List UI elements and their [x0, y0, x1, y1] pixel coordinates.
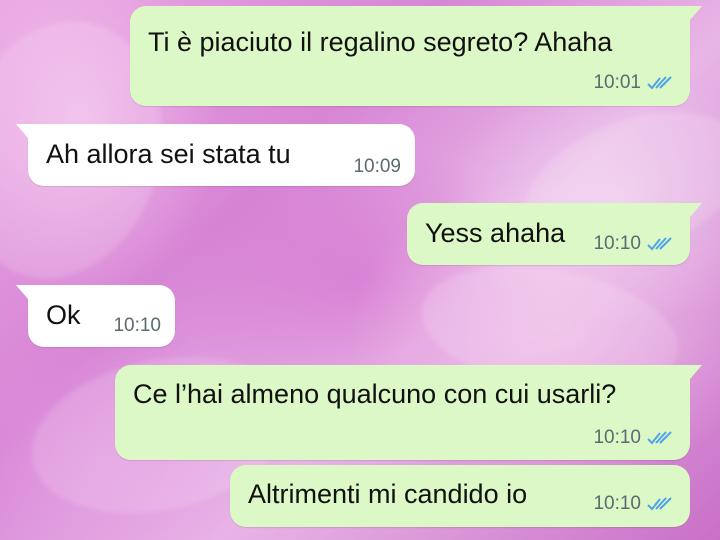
- message-time: 10:10: [593, 493, 641, 514]
- message-bubble-outgoing[interactable]: Altrimenti mi candido io 10:10: [230, 465, 690, 527]
- message-bubble-outgoing[interactable]: Yess ahaha 10:10: [407, 203, 690, 265]
- bubble-tail: [16, 285, 28, 299]
- double-check-read-icon: [647, 237, 672, 251]
- double-check-read-icon: [647, 431, 672, 445]
- message-meta: 10:10: [113, 315, 161, 337]
- message-meta: 10:01: [593, 72, 674, 94]
- message-meta: 10:10: [593, 427, 674, 449]
- bubble-tail: [690, 203, 702, 217]
- double-check-read-icon: [647, 76, 672, 90]
- message-text: Altrimenti mi candido io: [248, 479, 528, 509]
- message-time: 10:09: [353, 156, 401, 177]
- message-bubble-outgoing[interactable]: Ce l’hai almeno qualcuno con cui usarli?…: [115, 365, 690, 460]
- message-text: Ok: [46, 300, 81, 330]
- message-text: Ah allora sei stata tu: [46, 139, 291, 169]
- message-meta: 10:10: [593, 493, 674, 515]
- bubble-tail: [16, 124, 28, 138]
- message-time: 10:10: [593, 427, 641, 448]
- message-text: Ti è piaciuto il regalino segreto? Ahaha: [148, 27, 613, 57]
- message-time: 10:10: [113, 315, 161, 336]
- bubble-tail: [690, 365, 702, 379]
- message-bubble-outgoing[interactable]: Ti è piaciuto il regalino segreto? Ahaha…: [130, 6, 690, 106]
- message-time: 10:01: [593, 72, 641, 93]
- message-bubble-incoming[interactable]: Ah allora sei stata tu 10:09: [28, 124, 415, 186]
- message-bubble-incoming[interactable]: Ok 10:10: [28, 285, 175, 347]
- message-meta: 10:10: [593, 233, 674, 255]
- message-meta: 10:09: [353, 156, 401, 178]
- message-time: 10:10: [593, 233, 641, 254]
- double-check-read-icon: [647, 497, 672, 511]
- message-text: Ce l’hai almeno qualcuno con cui usarli?: [133, 379, 617, 409]
- message-text: Yess ahaha: [425, 218, 566, 248]
- bubble-tail: [690, 6, 702, 20]
